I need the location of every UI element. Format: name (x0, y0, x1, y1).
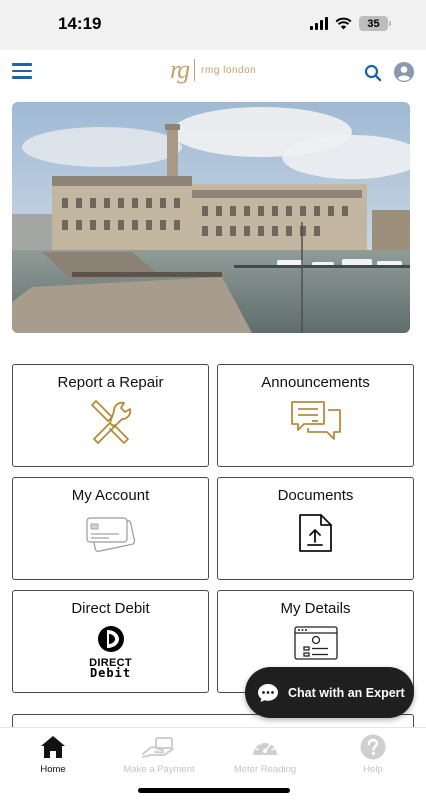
status-time: 14:19 (58, 14, 102, 33)
document-upload-icon (298, 514, 332, 552)
tile-label: Direct Debit (71, 600, 150, 617)
home-indicator (138, 788, 290, 793)
tab-label: Meter Reading (233, 764, 297, 775)
tile-label: My Account (71, 487, 150, 504)
logo-mark: rg (170, 55, 190, 84)
announcements-tile[interactable]: Announcements (217, 364, 414, 467)
tile-label: Documents (277, 487, 354, 504)
help-icon (360, 734, 386, 760)
my-account-tile[interactable]: My Account (12, 477, 209, 580)
chat-expert-button[interactable]: Chat with an Expert (245, 667, 414, 718)
status-bar: 14:19 35 (0, 0, 426, 50)
logo-divider (194, 59, 196, 81)
payment-hand-icon (142, 737, 174, 758)
chat-bubble-icon (258, 683, 278, 702)
tile-label: Announcements (261, 374, 370, 391)
direct-debit-word-2: Debit (89, 666, 132, 680)
direct-debit-tile[interactable]: Direct Debit DIRECT Debit (12, 590, 209, 693)
documents-tile[interactable]: Documents (217, 477, 414, 580)
tile-label: My Details (280, 600, 351, 617)
app-header: rg rmg london (0, 50, 426, 94)
tab-label: Home (40, 764, 66, 775)
menu-icon[interactable] (12, 63, 32, 79)
brand-logo: rg rmg london (170, 56, 256, 84)
harbour-building-photo (12, 102, 410, 333)
direct-debit-mark-icon (97, 626, 124, 652)
gauge-icon (253, 738, 277, 755)
chat-bubbles-icon (290, 401, 341, 440)
tools-icon (90, 400, 131, 444)
battery-icon: 35 (359, 16, 391, 31)
tab-label: Make a Payment (123, 764, 195, 775)
tab-label: Help (363, 764, 383, 775)
signal-icon (310, 17, 328, 30)
hero-image (12, 102, 410, 333)
profile-window-icon (293, 626, 338, 660)
tile-label: Report a Repair (57, 374, 164, 391)
tab-meter-reading[interactable]: Meter Reading (212, 734, 318, 775)
battery-level: 35 (367, 17, 380, 30)
tab-make-payment[interactable]: Make a Payment (106, 734, 212, 775)
account-icon[interactable] (394, 62, 414, 82)
direct-debit-logo: DIRECT Debit (81, 625, 141, 679)
cards-icon (85, 517, 135, 552)
logo-text: rmg london (201, 64, 257, 76)
tab-home[interactable]: Home (0, 734, 106, 775)
status-icons: 35 (310, 16, 391, 31)
tab-help[interactable]: Help (320, 734, 426, 775)
search-icon[interactable] (364, 64, 382, 82)
report-repair-tile[interactable]: Report a Repair (12, 364, 209, 467)
home-icon (41, 736, 65, 758)
wifi-icon (335, 17, 352, 30)
chat-label: Chat with an Expert (288, 685, 405, 700)
